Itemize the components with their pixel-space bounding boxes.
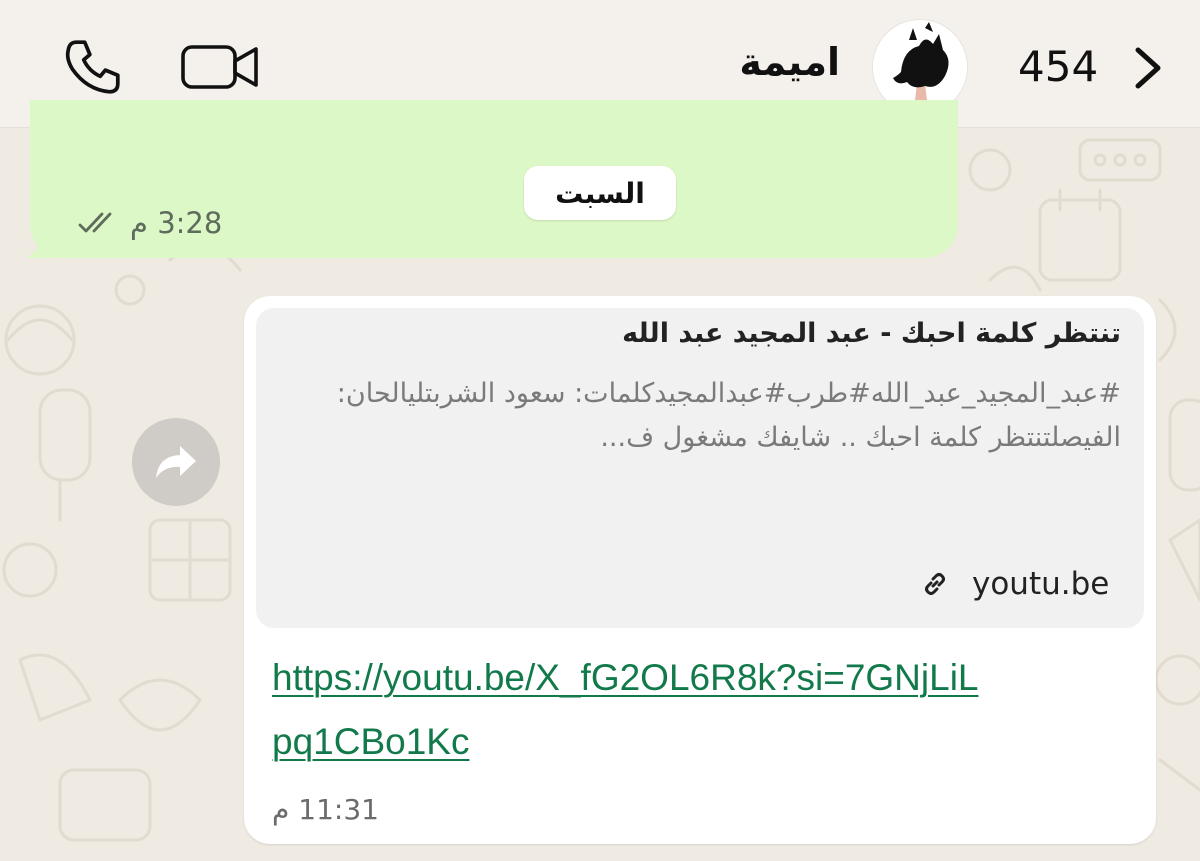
day-divider: السبت (524, 166, 676, 220)
chevron-left-icon (1135, 47, 1161, 89)
video-camera-icon (181, 45, 258, 89)
double-check-icon (78, 212, 112, 233)
message-url-link[interactable]: https://youtu.be/X_fG2OL6R8k?si=7GNjLiLp… (272, 646, 992, 774)
link-preview-domain: youtu.be (972, 566, 1110, 602)
outgoing-message-meta: 3:28 م (78, 206, 222, 240)
phone-icon (65, 40, 120, 94)
forward-arrow-icon (156, 446, 196, 478)
link-preview-description: #عبد_المجيد_عبد_الله#طرب#عبدالمجيدكلمات:… (336, 378, 1121, 453)
incoming-message-time: 11:31 م (272, 793, 379, 826)
back-button[interactable] (1124, 44, 1172, 92)
unread-count: 454 (1018, 42, 1099, 91)
forward-button[interactable] (132, 418, 220, 506)
outgoing-message-time: 3:28 م (130, 206, 223, 240)
voice-call-button[interactable] (58, 36, 128, 98)
contact-name[interactable]: اميمة (739, 40, 840, 84)
link-icon (925, 573, 945, 595)
link-preview-source: youtu.be (922, 566, 1109, 602)
link-preview-title: تنتظر كلمة احبك - عبد المجيد عبد الله (622, 318, 1121, 349)
video-call-button[interactable] (178, 36, 262, 98)
